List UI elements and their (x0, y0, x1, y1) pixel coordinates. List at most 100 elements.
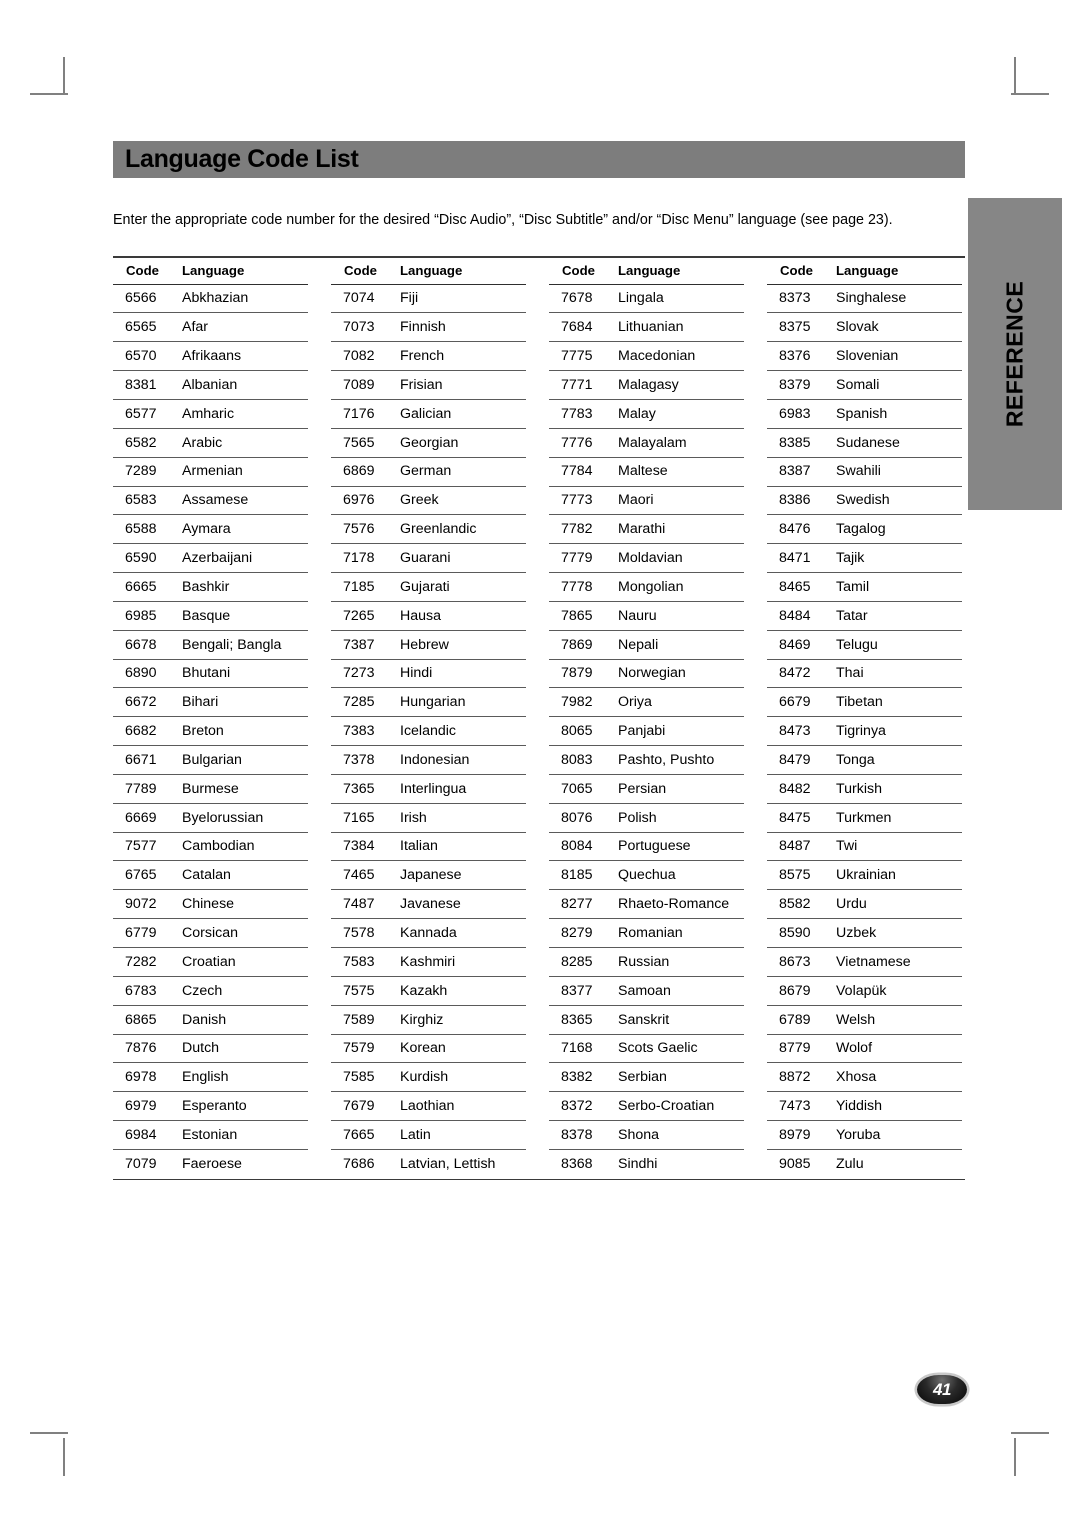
column-header-language: Language (400, 262, 463, 278)
language-code: 8185 (561, 867, 593, 884)
language-code: 8469 (779, 636, 811, 653)
table-row: 7079 Faeroese (113, 1150, 308, 1179)
table-row: 8484 Tatar (767, 602, 962, 631)
language-code: 6671 (125, 751, 157, 768)
language-name: Tonga (836, 751, 875, 768)
language-code: 7289 (125, 463, 157, 480)
table-row: 7686 Latvian, Lettish (331, 1150, 526, 1179)
language-name: Yiddish (836, 1098, 883, 1115)
language-name: Bihari (182, 694, 219, 711)
table-row: 8475 Turkmen (767, 804, 962, 833)
language-name: Ukrainian (836, 867, 896, 884)
table-row: 6765 Catalan (113, 861, 308, 891)
language-name: Afar (182, 319, 209, 336)
table-row: 7776 Malayalam (549, 429, 744, 458)
side-reference-tab: REFERENCE (968, 198, 1062, 510)
table-row: 8473 Tigrinya (767, 717, 962, 747)
language-code: 7879 (561, 665, 593, 682)
language-name: Tamil (836, 578, 870, 595)
language-name: Persian (618, 780, 667, 797)
table-column-3: Code Language 7678 Lingala 7684 Lithuanian 777… (549, 258, 744, 1179)
table-row: 6682 Breton (113, 717, 308, 747)
table-row: 8387 Swahili (767, 458, 962, 487)
language-code: 8779 (779, 1040, 811, 1057)
language-code: 8387 (779, 463, 811, 480)
table-row: 6984 Estonian (113, 1121, 308, 1150)
language-name: Breton (182, 723, 224, 740)
language-name: Dutch (182, 1040, 220, 1057)
language-name: Spanish (836, 405, 888, 422)
table-row: 6865 Danish (113, 1006, 308, 1035)
table-row: 6983 Spanish (767, 400, 962, 429)
table-row: 8673 Vietnamese (767, 948, 962, 977)
language-name: Fiji (400, 290, 419, 307)
language-code: 8279 (561, 924, 593, 941)
language-code: 7865 (561, 607, 593, 624)
language-name: Sindhi (618, 1156, 658, 1173)
table-row: 7577 Cambodian (113, 833, 308, 862)
language-code: 7487 (343, 896, 375, 913)
table-row: 8376 Slovenian (767, 342, 962, 372)
language-code: 7779 (561, 550, 593, 566)
language-name: Turkish (836, 780, 882, 797)
table-row: 8382 Serbian (549, 1063, 744, 1093)
language-name: Albanian (182, 376, 238, 393)
table-row: 7285 Hungarian (331, 688, 526, 718)
language-code: 6590 (125, 550, 157, 566)
language-code: 7771 (561, 376, 593, 393)
language-code: 6570 (125, 348, 157, 365)
language-name: Serbian (618, 1069, 667, 1086)
table-row: 6679 Tibetan (767, 688, 962, 718)
table-row: 7365 Interlingua (331, 775, 526, 804)
table-row: 7778 Mongolian (549, 573, 744, 602)
table-row: 8582 Urdu (767, 890, 962, 920)
language-name: Faeroese (182, 1156, 242, 1173)
language-code: 8376 (779, 348, 811, 365)
language-code: 6582 (125, 434, 157, 451)
language-name: Sanskrit (618, 1011, 670, 1028)
language-name: Byelorussian (182, 809, 264, 826)
language-code: 7165 (343, 809, 375, 826)
table-row: 7775 Macedonian (549, 342, 744, 372)
language-code-table: Code Language 6566 Abkhazian 6565 Afar 6570 Afr… (113, 256, 965, 1181)
language-name: Slovak (836, 319, 879, 336)
table-row: 6671 Bulgarian (113, 746, 308, 775)
table-row: 6583 Assamese (113, 487, 308, 516)
language-name: Croatian (182, 953, 236, 970)
table-bottom-rule (113, 1178, 965, 1181)
language-name: Russian (618, 953, 670, 970)
language-code: 8479 (779, 751, 811, 768)
table-row: 8368 Sindhi (549, 1150, 744, 1179)
language-code: 8378 (561, 1126, 593, 1143)
language-code: 6577 (125, 405, 157, 422)
table-row: 8377 Samoan (549, 977, 744, 1006)
table-row: 8375 Slovak (767, 313, 962, 343)
language-code: 7585 (343, 1069, 375, 1086)
language-code: 7285 (343, 694, 375, 711)
language-code: 7473 (779, 1098, 811, 1115)
column-header-code: Code (126, 262, 159, 278)
language-name: Malay (618, 405, 656, 422)
language-name: Maltese (618, 463, 668, 480)
language-name: Catalan (182, 867, 231, 884)
language-name: Telugu (836, 636, 878, 653)
language-name: Assamese (182, 492, 249, 509)
language-name: Greenlandic (400, 521, 477, 538)
language-name: Kashmiri (400, 953, 456, 970)
language-name: Singhalese (836, 290, 907, 307)
language-code: 8673 (779, 953, 811, 970)
language-name: Indonesian (400, 751, 470, 768)
language-code: 8377 (561, 982, 593, 999)
language-name: Rhaeto-Romance (618, 896, 730, 913)
language-code: 8472 (779, 665, 811, 682)
language-name: Lingala (618, 290, 664, 307)
table-row: 7065 Persian (549, 775, 744, 804)
language-code: 7578 (343, 924, 375, 941)
language-code: 7074 (343, 290, 375, 307)
language-code: 7686 (343, 1156, 375, 1173)
language-name: Hungarian (400, 694, 466, 711)
table-columns: Code Language 6566 Abkhazian 6565 Afar 6570 Afr… (113, 258, 965, 1179)
table-row: 6978 English (113, 1063, 308, 1093)
language-code: 6779 (125, 924, 157, 941)
language-code: 8379 (779, 376, 811, 393)
